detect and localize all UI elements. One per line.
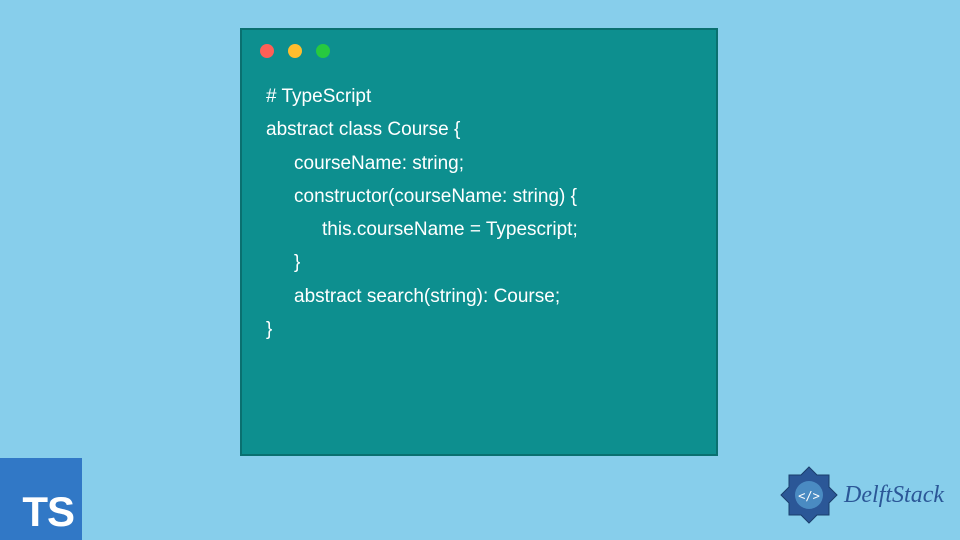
brand-text: DelftStack xyxy=(844,482,944,509)
code-line: courseName: string; xyxy=(266,147,692,180)
close-icon xyxy=(260,44,274,58)
code-line: } xyxy=(266,313,692,346)
svg-text:</>: </> xyxy=(798,489,820,503)
minimize-icon xyxy=(288,44,302,58)
window-controls xyxy=(242,30,716,72)
code-window: # TypeScript abstract class Course { cou… xyxy=(240,28,718,456)
code-line: abstract search(string): Course; xyxy=(266,280,692,313)
typescript-badge: TS xyxy=(0,458,82,540)
code-line: constructor(courseName: string) { xyxy=(266,180,692,213)
code-line: # TypeScript xyxy=(266,80,692,113)
brand-logo: </> DelftStack xyxy=(778,464,944,526)
code-content: # TypeScript abstract class Course { cou… xyxy=(242,72,716,354)
code-line: abstract class Course { xyxy=(266,113,692,146)
code-line: this.courseName = Typescript; xyxy=(266,213,692,246)
brand-icon: </> xyxy=(778,464,840,526)
typescript-logo-text: TS xyxy=(22,488,74,536)
maximize-icon xyxy=(316,44,330,58)
code-line: } xyxy=(266,246,692,279)
